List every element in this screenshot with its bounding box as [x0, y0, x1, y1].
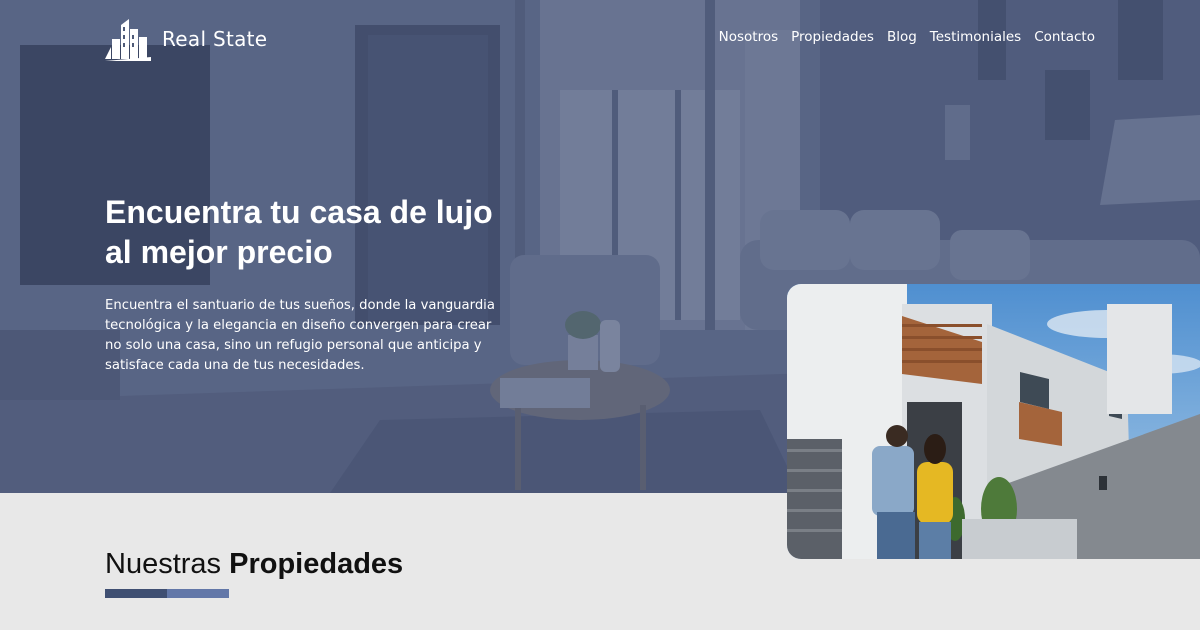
section-title-bold: Propiedades [229, 548, 404, 580]
main-nav: Nosotros Propiedades Blog Testimoniales … [719, 29, 1095, 45]
section-title-underline [105, 589, 229, 598]
nav-link-contacto[interactable]: Contacto [1034, 29, 1095, 45]
hero-title-line1: Encuentra tu casa de lujo [105, 194, 493, 230]
featured-house-image [787, 284, 1200, 559]
nav-link-nosotros[interactable]: Nosotros [719, 29, 779, 45]
nav-link-propiedades[interactable]: Propiedades [791, 29, 874, 45]
hero-title-line2: al mejor precio [105, 234, 333, 270]
nav-link-testimoniales[interactable]: Testimoniales [930, 29, 1021, 45]
brand-name: Real State [162, 27, 268, 51]
hero-description: Encuentra el santuario de tus sueños, do… [105, 298, 495, 373]
underline-light-segment [167, 589, 229, 598]
buildings-icon [105, 19, 151, 61]
underline-dark-segment [105, 589, 167, 598]
logo-link[interactable]: Real State [105, 16, 267, 62]
site-header: Real State Nosotros Propiedades Blog Tes… [105, 16, 1095, 62]
nav-link-blog[interactable]: Blog [887, 29, 917, 45]
section-title-light: Nuestras [105, 548, 222, 580]
hero-title: Encuentra tu casa de lujo al mejor preci… [105, 192, 525, 272]
section-title: Nuestras Propiedades [105, 546, 403, 582]
